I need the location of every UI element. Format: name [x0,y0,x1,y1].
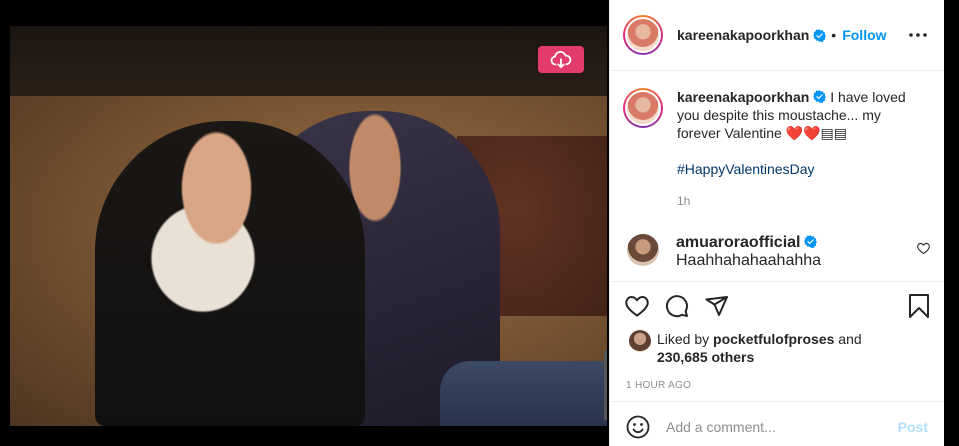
post-timestamp[interactable]: 1 HOUR AGO [610,366,944,402]
post-comment-button[interactable]: Post [898,419,928,435]
caption-author[interactable]: kareenakapoorkhan [677,89,809,105]
caption: kareenakapoorkhan I have loved you despi… [623,88,930,210]
comment-text: Haahhahahaahahha [676,252,822,269]
liker-avatar[interactable] [629,330,651,352]
comment-icon [665,295,688,318]
author-avatar[interactable] [623,15,663,55]
liker-username[interactable]: pocketfulofproses [713,331,834,347]
caption-age: 1h [677,194,691,208]
bookmark-icon [909,294,929,318]
heart-icon [625,296,649,317]
photo-person-woman [95,121,365,426]
caption-author-avatar[interactable] [623,88,663,128]
verified-badge-icon [804,235,818,248]
likes-count[interactable]: 230,685 others [657,349,754,365]
verified-badge-icon [813,90,827,103]
save-button[interactable] [908,294,930,318]
caption-hashtag[interactable]: #HappyValentinesDay [677,160,912,178]
add-comment-bar: Post [610,402,944,446]
post-media-panel [0,0,609,446]
comment-button[interactable] [665,294,689,318]
commenter-username[interactable]: amuaroraofficial [676,234,800,251]
likes-prefix: Liked by [657,331,710,347]
emoji-icon [626,415,650,439]
download-button[interactable] [538,46,584,73]
post-header: kareenakapoorkhan • Follow [610,0,944,71]
download-cloud-icon [550,50,572,68]
share-button[interactable] [705,295,729,317]
author-username[interactable]: kareenakapoorkhan [677,27,809,43]
follow-button[interactable]: Follow [842,27,886,43]
comment-item: amuaroraofficial Haahhahahaahahha [623,234,930,270]
like-button[interactable] [625,295,649,317]
page-scrollbar[interactable] [944,0,959,446]
more-options-icon [909,33,927,37]
share-icon [705,296,728,316]
commenter-avatar[interactable] [627,234,659,266]
emoji-button[interactable] [626,415,650,439]
post-actions [610,282,944,330]
more-options-button[interactable] [906,23,930,47]
comment-like-icon[interactable] [917,242,930,254]
separator-dot: • [831,27,837,43]
likes-summary: Liked by pocketfulofproses and 230,685 o… [610,330,944,366]
comments-section[interactable]: kareenakapoorkhan I have loved you despi… [610,71,944,282]
verified-badge-icon [813,28,827,42]
likes-and: and [838,331,862,347]
post-side-panel: kareenakapoorkhan • Follow kareenakapoor… [609,0,944,446]
post-photo[interactable] [10,26,607,426]
comment-input[interactable] [666,419,898,435]
